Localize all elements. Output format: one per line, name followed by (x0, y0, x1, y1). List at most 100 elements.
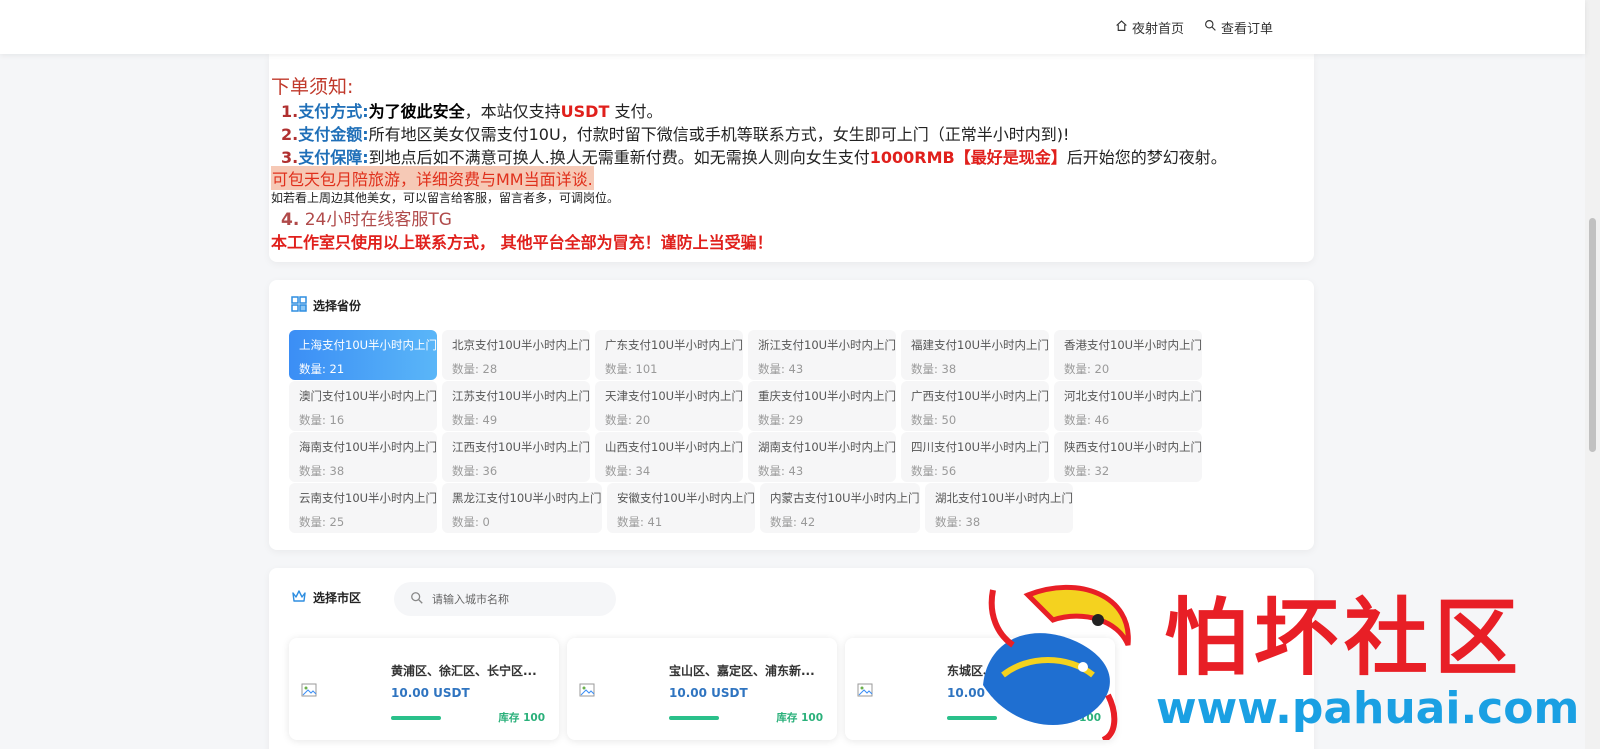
notice-red: 1000RMB【最好是现金】 (869, 148, 1067, 167)
city-search-box[interactable] (394, 582, 616, 616)
province-count: 数量: 41 (617, 514, 755, 530)
notice-text: ，本站仅支持 (464, 102, 561, 121)
province-item[interactable]: 云南支付10U半小时内上门 数量: 25 (289, 483, 437, 533)
province-count: 数量: 50 (911, 412, 1049, 428)
notice-num: 2. (281, 125, 299, 144)
notice-key: 支付保障: (298, 148, 369, 167)
notice-key: 支付方式: (298, 102, 369, 121)
province-count-label: 数量: (452, 413, 479, 427)
province-name: 北京支付10U半小时内上门 (452, 338, 591, 352)
province-count-label: 数量: (1064, 464, 1091, 478)
province-item[interactable]: 天津支付10U半小时内上门 数量: 20 (595, 381, 743, 431)
province-name: 上海支付10U半小时内上门 (299, 338, 438, 352)
province-count-value: 34 (635, 464, 651, 478)
notice-bold: 为了彼此安全 (368, 102, 465, 121)
province-item[interactable]: 浙江支付10U半小时内上门 数量: 43 (748, 330, 896, 380)
notice-card: 下单须知: 1.支付方式:为了彼此安全，本站仅支持USDT 支付。 2.支付金额… (269, 54, 1314, 262)
province-count: 数量: 16 (299, 412, 437, 428)
province-count: 数量: 42 (770, 514, 920, 530)
notice-key: 支付金额: (298, 125, 369, 144)
notice-text: 后开始您的梦幻夜射。 (1066, 148, 1227, 167)
broken-image-icon (301, 683, 317, 697)
province-count-value: 38 (329, 464, 345, 478)
province-count-value: 43 (788, 362, 804, 376)
province-count-value: 20 (635, 413, 651, 427)
broken-image-icon (579, 683, 595, 697)
province-name: 河北支付10U半小时内上门 (1064, 389, 1203, 403)
scrollbar-thumb[interactable] (1589, 218, 1596, 452)
province-count: 数量: 25 (299, 514, 437, 530)
province-count: 数量: 38 (935, 514, 1073, 530)
city-section-title: 选择市区 (313, 591, 362, 605)
search-icon (410, 590, 424, 609)
province-item[interactable]: 山西支付10U半小时内上门 数量: 34 (595, 432, 743, 482)
province-count-value: 16 (329, 413, 345, 427)
province-count-value: 28 (482, 362, 498, 376)
province-item[interactable]: 福建支付10U半小时内上门 数量: 38 (901, 330, 1049, 380)
province-count: 数量: 101 (605, 361, 743, 377)
notice-num: 3. (281, 148, 299, 167)
province-item[interactable]: 澳门支付10U半小时内上门 数量: 16 (289, 381, 437, 431)
province-count: 数量: 20 (1064, 361, 1202, 377)
province-item[interactable]: 湖北支付10U半小时内上门 数量: 38 (925, 483, 1073, 533)
province-count-label: 数量: (1064, 413, 1091, 427)
province-count-value: 29 (788, 413, 804, 427)
page-scrollbar[interactable] (1585, 0, 1600, 749)
province-item[interactable]: 广东支付10U半小时内上门 数量: 101 (595, 330, 743, 380)
province-item[interactable]: 黑龙江支付10U半小时内上门 数量: 0 (442, 483, 602, 533)
province-item[interactable]: 重庆支付10U半小时内上门 数量: 29 (748, 381, 896, 431)
province-item[interactable]: 陕西支付10U半小时内上门 数量: 32 (1054, 432, 1202, 482)
province-item[interactable]: 广西支付10U半小时内上门 数量: 50 (901, 381, 1049, 431)
province-item[interactable]: 江苏支付10U半小时内上门 数量: 49 (442, 381, 590, 431)
notice-customer-service: 4. 24小时在线客服TG (281, 205, 452, 230)
province-item[interactable]: 海南支付10U半小时内上门 数量: 38 (289, 432, 437, 482)
crown-icon (291, 588, 307, 607)
nav-home-link[interactable]: 夜射首页 (1115, 18, 1184, 37)
province-item[interactable]: 四川支付10U半小时内上门 数量: 56 (901, 432, 1049, 482)
notice-text: 到地点后如不满意可换人.换人无需重新付费。如无需换人则向女生支付 (368, 148, 870, 167)
stock-bar (669, 716, 719, 720)
province-count: 数量: 43 (758, 463, 896, 479)
province-count: 数量: 56 (911, 463, 1049, 479)
province-count-label: 数量: (452, 464, 479, 478)
province-count-value: 21 (329, 362, 345, 376)
province-name: 安徽支付10U半小时内上门 (617, 491, 756, 505)
city-search-input[interactable] (432, 592, 602, 606)
province-item[interactable]: 香港支付10U半小时内上门 数量: 20 (1054, 330, 1202, 380)
province-item[interactable]: 北京支付10U半小时内上门 数量: 28 (442, 330, 590, 380)
province-name: 香港支付10U半小时内上门 (1064, 338, 1203, 352)
province-count-label: 数量: (299, 362, 326, 376)
province-name: 江苏支付10U半小时内上门 (452, 389, 591, 403)
notice-line-payment-method: 1.支付方式:为了彼此安全，本站仅支持USDT 支付。 (281, 98, 662, 122)
province-count-label: 数量: (758, 464, 785, 478)
province-count: 数量: 49 (452, 412, 590, 428)
province-count-value: 46 (1094, 413, 1110, 427)
province-name: 广东支付10U半小时内上门 (605, 338, 744, 352)
province-count-label: 数量: (299, 464, 326, 478)
product-card[interactable]: 黄浦区、徐汇区、长宁区... 10.00 USDT 库存 100 (289, 638, 559, 740)
province-count: 数量: 29 (758, 412, 896, 428)
product-name: 黄浦区、徐汇区、长宁区... (391, 664, 537, 678)
province-count-label: 数量: (452, 515, 479, 529)
home-icon (1115, 19, 1128, 36)
province-item[interactable]: 安徽支付10U半小时内上门 数量: 41 (607, 483, 755, 533)
province-count-label: 数量: (299, 413, 326, 427)
province-count-value: 36 (482, 464, 498, 478)
province-item[interactable]: 内蒙古支付10U半小时内上门 数量: 42 (760, 483, 920, 533)
top-nav: 夜射首页 查看订单 (1115, 18, 1273, 37)
notice-title: 下单须知: (271, 76, 354, 98)
product-card[interactable]: 宝山区、嘉定区、浦东新... 10.00 USDT 库存 100 (567, 638, 837, 740)
province-name: 浙江支付10U半小时内上门 (758, 338, 897, 352)
province-item[interactable]: 湖南支付10U半小时内上门 数量: 43 (748, 432, 896, 482)
province-item[interactable]: 上海支付10U半小时内上门 数量: 21 (289, 330, 437, 380)
province-item[interactable]: 江西支付10U半小时内上门 数量: 36 (442, 432, 590, 482)
province-count-label: 数量: (605, 413, 632, 427)
province-count: 数量: 46 (1064, 412, 1202, 428)
province-item[interactable]: 河北支付10U半小时内上门 数量: 46 (1054, 381, 1202, 431)
province-count-value: 42 (800, 515, 816, 529)
province-count: 数量: 36 (452, 463, 590, 479)
province-name: 山西支付10U半小时内上门 (605, 440, 744, 454)
province-count-label: 数量: (911, 362, 938, 376)
province-count-label: 数量: (911, 413, 938, 427)
nav-orders-link[interactable]: 查看订单 (1204, 18, 1273, 37)
